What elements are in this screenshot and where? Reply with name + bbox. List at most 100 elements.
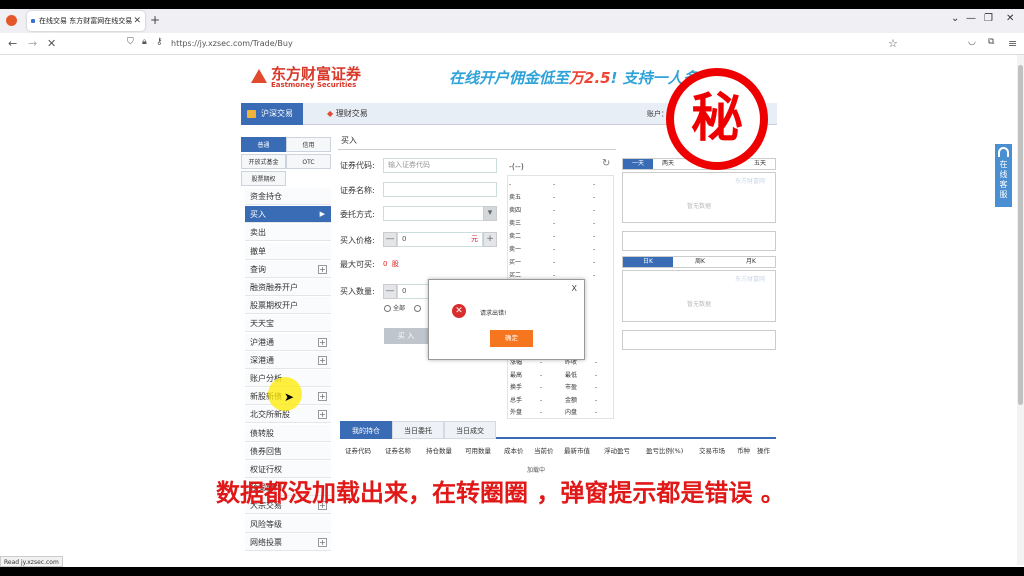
order-type-label: 委托方式: (340, 210, 375, 219)
code-input[interactable]: 输入证券代码 (383, 158, 497, 173)
tab-close-icon[interactable]: ✕ (133, 11, 141, 31)
sidebar-item[interactable]: 债转股 (245, 424, 331, 442)
browser-tab[interactable]: 在线交易 东方财富网在线交易 ✕ (27, 11, 145, 31)
tab-one-day[interactable]: 一天 (623, 159, 653, 169)
tab-day-k[interactable]: 日K (623, 257, 673, 267)
account-label: 账户： (647, 110, 668, 118)
expand-icon[interactable]: + (318, 537, 327, 547)
price-input[interactable]: 0元 (397, 232, 483, 247)
chart-no-data: 暂无数据 (687, 301, 712, 308)
back-icon[interactable]: ← (8, 37, 17, 50)
chevron-down-icon[interactable]: ▾ (483, 206, 497, 221)
scrollbar[interactable] (1017, 55, 1024, 565)
list-tabs-icon[interactable]: ⌄ (951, 13, 959, 24)
order-book-row: 卖三 - - (509, 218, 609, 229)
sidebar-item[interactable]: 撤单 (245, 242, 331, 260)
sidebar-item-label: 天天宝 (250, 319, 274, 329)
tab-week-k[interactable]: 周K (675, 257, 725, 267)
segment-credit[interactable]: 信用 (286, 137, 331, 152)
sidebar-item[interactable]: 股票期权开户 (245, 297, 331, 315)
stat-label: 昨收 (565, 359, 578, 366)
tab-five-days[interactable]: 五天 (745, 159, 775, 169)
expand-icon[interactable]: + (318, 337, 327, 347)
order-type-select[interactable] (383, 206, 497, 221)
restore-icon[interactable]: ❐ (984, 13, 993, 24)
expand-icon[interactable]: + (318, 264, 327, 274)
status-bar: Read jy.xzsec.com (0, 556, 63, 567)
nav-tab-trade[interactable]: 沪深交易 (241, 103, 303, 125)
dialog-close-icon[interactable]: X (572, 284, 577, 293)
column-header: 当前价 (534, 447, 554, 455)
segment-options[interactable]: 股票期权 (241, 171, 286, 186)
sidebar-item[interactable]: 资金持仓 (245, 188, 331, 205)
tab-today-orders[interactable]: 当日委托 (392, 421, 444, 439)
sidebar-item[interactable]: 沪港通 + (245, 333, 331, 351)
stat-value: - (540, 371, 543, 379)
forward-icon[interactable]: → (28, 37, 37, 50)
sidebar-item-label: 债券回售 (250, 446, 282, 456)
tab-today-deals[interactable]: 当日成交 (444, 421, 496, 439)
tab-two-days[interactable]: 两天 (653, 159, 683, 169)
segment-otc[interactable]: OTC (286, 154, 331, 169)
sidebar-item-label: 融资融券开户 (250, 283, 298, 292)
row-label: 买二 (509, 272, 522, 279)
quote-stat: 换手 - (510, 381, 564, 394)
quantity-minus-button[interactable]: — (383, 284, 397, 299)
sidebar-item[interactable]: 深港通 + (245, 351, 331, 369)
sidebar-item[interactable]: 风险等级 (245, 515, 331, 533)
online-service-button[interactable]: 在线客服 (995, 144, 1012, 207)
max-buy-unit: 股 (391, 260, 399, 268)
segment-fund[interactable]: 开放式基金 (241, 154, 286, 169)
column-header: 最新市值 (564, 447, 590, 455)
shield-icon[interactable]: ⛉ (127, 37, 134, 47)
extensions-icon[interactable]: ⧉ (988, 37, 994, 47)
tab-month-k[interactable]: 月K (726, 257, 776, 267)
menu-icon[interactable]: ≡ (1008, 37, 1017, 50)
new-tab-icon[interactable]: + (150, 13, 160, 27)
price-minus-button[interactable]: — (383, 232, 397, 247)
url-bar[interactable]: https://jy.xzsec.com/Trade/Buy (171, 39, 293, 48)
lock-icon[interactable]: 🔒︎ (142, 37, 147, 47)
quote-stat: 最高 - (510, 369, 564, 382)
dialog-message: 请求出错! (480, 310, 507, 317)
sidebar-item[interactable]: 融资融券开户 (245, 279, 331, 296)
sidebar-item[interactable]: 卖出 (245, 224, 331, 242)
radio-half[interactable] (414, 305, 421, 312)
permissions-icon[interactable]: ⚷ (156, 37, 163, 47)
sidebar-item[interactable]: 查询 + (245, 260, 331, 278)
column-header: 可用数量 (465, 447, 491, 455)
segment-normal[interactable]: 普通 (241, 137, 286, 152)
service-label: 在线客服 (999, 160, 1008, 199)
tab-bar: 在线交易 东方财富网在线交易 ✕ + ⌄ — ❐ ✕ (0, 9, 1024, 33)
error-dialog: X ✕ 请求出错! 确定 (428, 279, 585, 360)
site-favicon-icon (31, 19, 35, 23)
pocket-icon[interactable]: ◡ (968, 37, 976, 47)
stat-label: 涨幅 (510, 359, 523, 366)
row-label: 买一 (509, 259, 522, 266)
buy-button[interactable]: 买 入 (384, 328, 428, 344)
sidebar-item[interactable]: 网络投票 + (245, 533, 331, 551)
price-plus-button[interactable]: + (483, 232, 497, 247)
row-volume: - (593, 259, 596, 266)
max-buy-label: 最大可买: (340, 260, 375, 269)
scroll-thumb[interactable] (1018, 65, 1023, 405)
stat-value: - (595, 359, 598, 366)
sidebar-item-label: 查询 (250, 264, 266, 274)
sidebar-item[interactable]: 买入 ▶ (245, 206, 331, 224)
expand-icon[interactable]: + (318, 355, 327, 365)
expand-icon[interactable]: + (318, 410, 327, 420)
refresh-icon[interactable]: ↻ (602, 158, 610, 169)
sidebar-item[interactable]: 天天宝 (245, 315, 331, 333)
nav-tab-wealth[interactable]: ◆ 理财交易 (327, 103, 368, 125)
expand-icon[interactable]: + (318, 392, 327, 402)
sidebar-item[interactable]: 债券回售 (245, 442, 331, 460)
dialog-ok-button[interactable]: 确定 (490, 330, 533, 347)
kline-volume-chart (622, 330, 776, 350)
close-window-icon[interactable]: ✕ (1006, 13, 1014, 24)
minimize-icon[interactable]: — (966, 13, 976, 24)
bookmark-star-icon[interactable]: ☆ (888, 37, 898, 50)
tab-holdings[interactable]: 我的持仓 (340, 421, 392, 439)
stat-label: 市盈 (565, 384, 578, 391)
radio-all[interactable] (384, 305, 391, 312)
stop-icon[interactable]: ✕ (47, 37, 56, 50)
